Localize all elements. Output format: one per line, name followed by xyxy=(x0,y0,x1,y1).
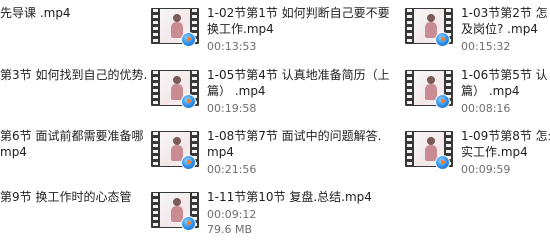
video-file-item[interactable]: 1-08节第7节 面试中的问题解答. mp4 00:21:56 xyxy=(151,129,391,187)
file-name-line: mp4 xyxy=(207,145,234,159)
media-player-icon xyxy=(181,94,196,109)
file-name-line: 先导课 .mp4 xyxy=(0,6,71,20)
file-explorer-content-view: 先导课 .mp4 第3节 如何找到自己的优势. 第6节 面试前都需要准备哪 mp… xyxy=(0,0,550,252)
media-player-icon xyxy=(181,155,196,170)
video-file-item[interactable]: 第9节 换工作时的心态管 xyxy=(0,190,140,248)
file-name-line: 1-05节第4节 认真地准备简历（上 xyxy=(207,68,390,82)
file-name-line: 换工作.mp4 xyxy=(207,22,274,36)
video-file-item[interactable]: 第3节 如何找到自己的优势. xyxy=(0,68,147,126)
file-name-line: 第6节 面试前都需要准备哪 xyxy=(0,129,144,143)
file-name-line: 篇） .mp4 xyxy=(461,84,520,98)
file-name-line: 篇） .mp4 xyxy=(207,84,266,98)
file-duration: 00:08:16 xyxy=(461,102,511,115)
file-duration: 00:13:53 xyxy=(207,40,257,53)
video-file-item[interactable]: 1-05节第4节 认真地准备简历（上 篇） .mp4 00:19:58 xyxy=(151,68,391,126)
media-player-icon xyxy=(435,32,450,47)
video-thumbnail xyxy=(405,129,453,170)
file-name-line: mp4 xyxy=(0,145,27,159)
file-name-line: 实工作.mp4 xyxy=(461,145,528,159)
file-name-line: 第9节 换工作时的心态管 xyxy=(0,190,132,204)
video-thumbnail xyxy=(151,68,199,109)
file-name-line: 第3节 如何找到自己的优势. xyxy=(0,68,148,82)
video-file-item[interactable]: 1-09节第8节 怎么 实工作.mp4 00:09:59 xyxy=(405,129,550,187)
file-name-line: 1-06节第5节 认 xyxy=(461,68,548,82)
file-name-line: 1-02节第1节 如何判断自己要不要 xyxy=(207,6,390,20)
file-name-line: 1-11节第10节 复盘.总结.mp4 xyxy=(207,190,372,204)
file-duration: 00:09:59 xyxy=(461,163,511,176)
video-thumbnail xyxy=(151,129,199,170)
video-thumbnail xyxy=(405,68,453,109)
video-file-item[interactable]: 1-03节第2节 怎 及岗位? .mp4 00:15:32 xyxy=(405,6,550,64)
video-file-item[interactable]: 1-06节第5节 认 篇） .mp4 00:08:16 xyxy=(405,68,550,126)
video-thumbnail xyxy=(405,6,453,47)
video-file-item[interactable]: 第6节 面试前都需要准备哪 mp4 xyxy=(0,129,144,187)
video-file-item[interactable]: 先导课 .mp4 xyxy=(0,6,140,64)
media-player-icon xyxy=(181,32,196,47)
file-name-line: 及岗位? .mp4 xyxy=(461,22,538,36)
video-file-item[interactable]: 1-02节第1节 如何判断自己要不要 换工作.mp4 00:13:53 xyxy=(151,6,391,64)
file-duration: 00:21:56 xyxy=(207,163,257,176)
file-duration: 00:15:32 xyxy=(461,40,511,53)
media-player-icon xyxy=(181,216,196,231)
file-duration: 00:19:58 xyxy=(207,102,257,115)
file-name-line: 1-03节第2节 怎 xyxy=(461,6,548,20)
video-thumbnail xyxy=(151,6,199,47)
video-thumbnail xyxy=(151,190,199,231)
file-name-line: 1-09节第8节 怎么 xyxy=(461,129,550,143)
media-player-icon xyxy=(435,155,450,170)
file-name-line: 1-08节第7节 面试中的问题解答. xyxy=(207,129,382,143)
file-duration: 00:09:12 xyxy=(207,208,257,221)
file-size: 79.6 MB xyxy=(207,223,253,236)
video-file-item[interactable]: 1-11节第10节 复盘.总结.mp4 00:09:12 79.6 MB xyxy=(151,190,391,248)
media-player-icon xyxy=(435,94,450,109)
